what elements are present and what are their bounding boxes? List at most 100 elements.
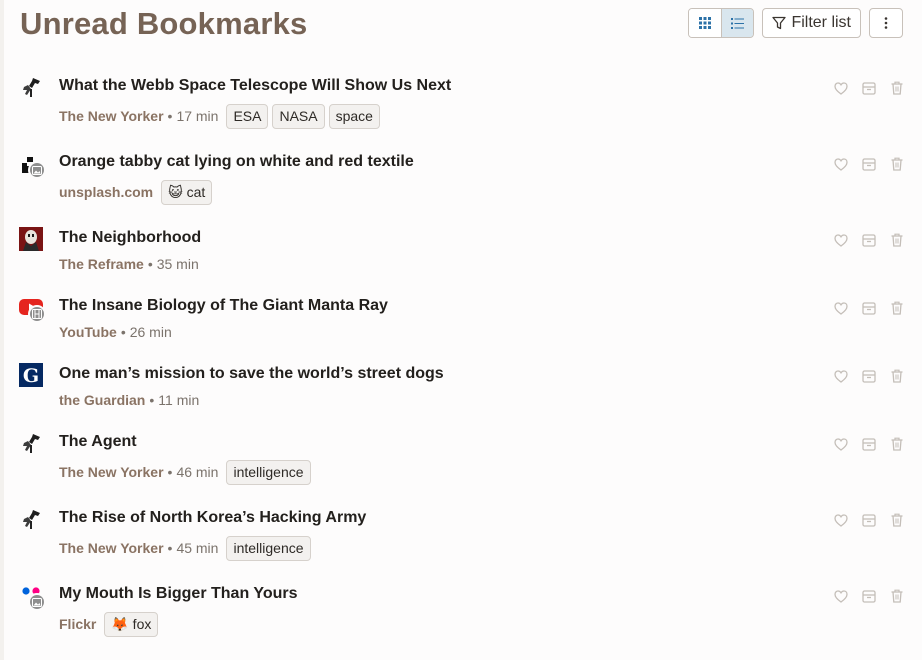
- item-actions: [833, 80, 905, 96]
- bookmark-title[interactable]: The Rise of North Korea’s Hacking Army: [59, 509, 366, 527]
- bookmark-title[interactable]: My Mouth Is Bigger Than Yours: [59, 585, 298, 603]
- trash-icon: [891, 81, 903, 95]
- item-actions: [833, 232, 905, 248]
- heart-icon: [834, 301, 848, 315]
- item-actions: [833, 588, 905, 604]
- archive-button[interactable]: [861, 368, 877, 384]
- heart-icon: [834, 513, 848, 527]
- bookmark-item[interactable]: Orange tabby cat lying on white and red …: [18, 148, 905, 218]
- favorite-button[interactable]: [833, 512, 849, 528]
- reading-time: 46 min: [176, 464, 219, 480]
- item-actions: [833, 368, 905, 384]
- archive-button[interactable]: [861, 156, 877, 172]
- reading-time: 17 min: [176, 108, 219, 124]
- archive-icon: [862, 301, 876, 315]
- tag-list: 🦊 fox: [104, 611, 159, 637]
- delete-button[interactable]: [889, 300, 905, 316]
- tag[interactable]: space: [328, 103, 380, 129]
- trash-icon: [891, 233, 903, 247]
- meta-separator: •: [147, 256, 153, 272]
- tag-list: ESA NASA space: [226, 103, 380, 129]
- favorite-button[interactable]: [833, 368, 849, 384]
- bookmark-title[interactable]: The Agent: [59, 433, 137, 451]
- heart-icon: [834, 369, 848, 383]
- tag-list: intelligence: [226, 535, 311, 561]
- bookmark-item[interactable]: The Agent The New Yorker • 46 min intell…: [18, 428, 905, 498]
- bookmark-site[interactable]: unsplash.com: [59, 184, 153, 200]
- tag[interactable]: 😺 cat: [161, 179, 213, 205]
- favorite-button[interactable]: [833, 156, 849, 172]
- bookmark-item[interactable]: The Neighborhood The Reframe • 35 min: [18, 224, 905, 286]
- bookmark-item[interactable]: G One man’s mission to save the world’s …: [18, 360, 905, 422]
- bookmark-meta: The New Yorker • 45 min intelligence: [59, 535, 311, 561]
- item-actions: [833, 512, 905, 528]
- bookmark-title[interactable]: Orange tabby cat lying on white and red …: [59, 153, 414, 171]
- favorite-button[interactable]: [833, 436, 849, 452]
- reading-time: 35 min: [156, 256, 199, 272]
- delete-button[interactable]: [889, 156, 905, 172]
- bookmark-site[interactable]: The New Yorker: [59, 464, 164, 480]
- bookmark-item[interactable]: My Mouth Is Bigger Than Yours Flickr 🦊 f…: [18, 580, 905, 650]
- archive-button[interactable]: [861, 436, 877, 452]
- bookmark-item[interactable]: The Insane Biology of The Giant Manta Ra…: [18, 292, 905, 354]
- archive-button[interactable]: [861, 588, 877, 604]
- archive-icon: [862, 81, 876, 95]
- list-view-button[interactable]: [721, 9, 754, 37]
- bookmark-site[interactable]: Flickr: [59, 616, 96, 632]
- image-badge-icon: [28, 593, 46, 611]
- tag[interactable]: intelligence: [226, 459, 311, 485]
- tag[interactable]: intelligence: [226, 535, 311, 561]
- delete-button[interactable]: [889, 436, 905, 452]
- archive-button[interactable]: [861, 512, 877, 528]
- archive-button[interactable]: [861, 80, 877, 96]
- bookmark-meta: unsplash.com 😺 cat: [59, 179, 213, 205]
- bookmark-title[interactable]: One man’s mission to save the world’s st…: [59, 365, 444, 383]
- archive-icon: [862, 369, 876, 383]
- delete-button[interactable]: [889, 232, 905, 248]
- delete-button[interactable]: [889, 368, 905, 384]
- archive-icon: [862, 437, 876, 451]
- page: Unread Bookmarks Filter list What the We…: [0, 0, 922, 660]
- bookmark-title[interactable]: What the Webb Space Telescope Will Show …: [59, 77, 451, 95]
- item-actions: [833, 436, 905, 452]
- grid-view-button[interactable]: [689, 9, 722, 37]
- delete-button[interactable]: [889, 512, 905, 528]
- image-badge-icon: [28, 161, 46, 179]
- trash-icon: [891, 369, 903, 383]
- tag[interactable]: NASA: [272, 103, 325, 129]
- svg-text:G: G: [23, 365, 39, 387]
- tag[interactable]: 🦊 fox: [104, 611, 159, 637]
- bookmark-site[interactable]: The New Yorker: [59, 540, 164, 556]
- bookmark-title[interactable]: The Neighborhood: [59, 229, 201, 247]
- delete-button[interactable]: [889, 80, 905, 96]
- bookmark-item[interactable]: What the Webb Space Telescope Will Show …: [18, 72, 905, 142]
- bookmark-site[interactable]: The Reframe: [59, 256, 144, 272]
- archive-button[interactable]: [861, 300, 877, 316]
- archive-button[interactable]: [861, 232, 877, 248]
- sidebar-edge: [0, 0, 4, 660]
- reframe-favicon: [19, 227, 43, 251]
- bookmark-title[interactable]: The Insane Biology of The Giant Manta Ra…: [59, 297, 388, 315]
- video-badge-icon: [28, 305, 46, 323]
- favorite-button[interactable]: [833, 300, 849, 316]
- item-actions: [833, 156, 905, 172]
- reading-time: 45 min: [176, 540, 219, 556]
- bookmark-site[interactable]: the Guardian: [59, 392, 145, 408]
- bookmark-site[interactable]: YouTube: [59, 324, 117, 340]
- meta-separator: •: [120, 324, 126, 340]
- bookmark-site[interactable]: The New Yorker: [59, 108, 164, 124]
- page-header: Unread Bookmarks Filter list: [20, 0, 903, 46]
- bookmark-meta: Flickr 🦊 fox: [59, 611, 159, 637]
- tag[interactable]: ESA: [226, 103, 269, 129]
- favorite-button[interactable]: [833, 588, 849, 604]
- favorite-button[interactable]: [833, 232, 849, 248]
- archive-icon: [862, 589, 876, 603]
- trash-icon: [891, 301, 903, 315]
- bookmark-item[interactable]: The Rise of North Korea’s Hacking Army T…: [18, 504, 905, 574]
- header-controls: Filter list: [688, 8, 903, 38]
- favorite-button[interactable]: [833, 80, 849, 96]
- more-menu-button[interactable]: [869, 8, 903, 38]
- kebab-menu-icon: [884, 17, 888, 29]
- filter-list-button[interactable]: Filter list: [762, 8, 861, 38]
- delete-button[interactable]: [889, 588, 905, 604]
